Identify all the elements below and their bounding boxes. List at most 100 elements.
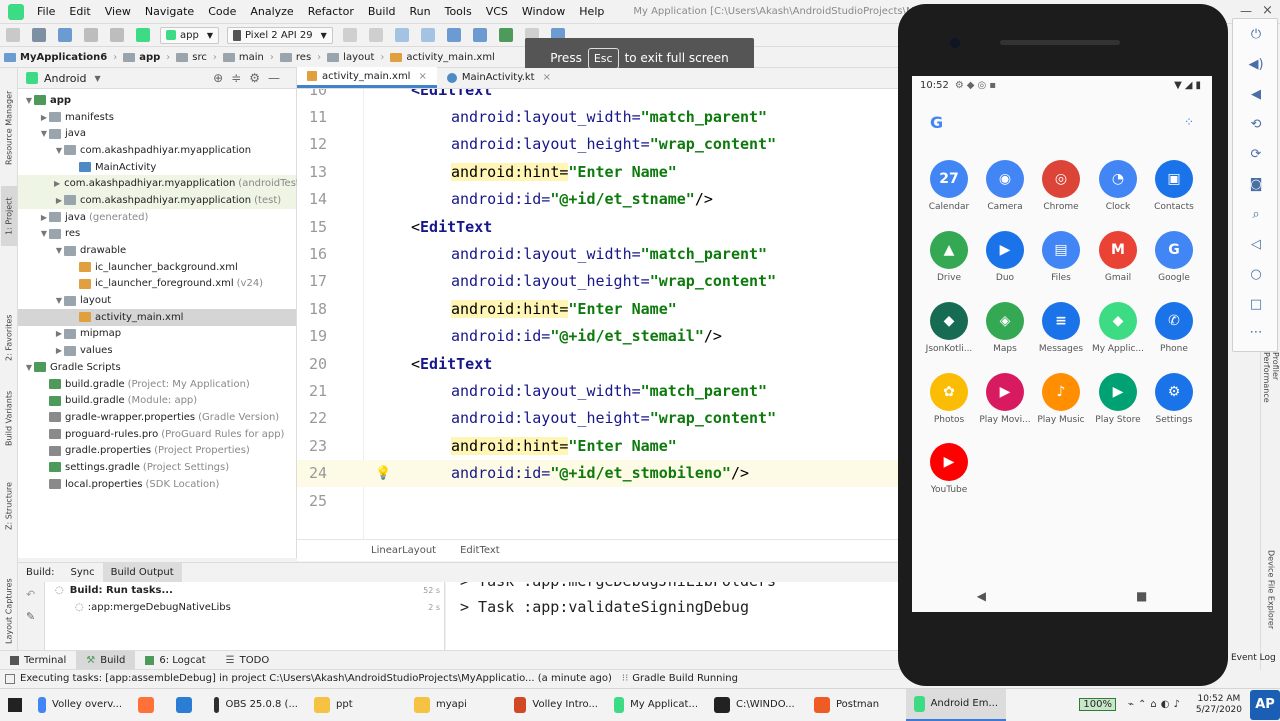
make-project-icon[interactable]: [136, 28, 150, 42]
chevron-down-icon[interactable]: ▼: [54, 246, 64, 255]
taskbar-item[interactable]: Postman: [806, 689, 906, 721]
app-photos[interactable]: ✿ Photos: [921, 373, 977, 425]
rerun-icon[interactable]: ↶: [26, 588, 35, 601]
app-youtube[interactable]: ▶ YouTube: [921, 443, 977, 495]
menu-code[interactable]: Code: [201, 5, 243, 18]
recents-nav-icon[interactable]: ■: [1136, 589, 1147, 603]
tree-item[interactable]: build.gradle (Module: app): [18, 392, 296, 409]
device-select[interactable]: Pixel 2 API 29 ▼: [226, 26, 333, 44]
lightbulb-icon[interactable]: 💡: [375, 466, 391, 481]
taskbar-item[interactable]: OBS 25.0.8 (...: [206, 689, 306, 721]
chevron-down-icon[interactable]: ▼: [95, 74, 101, 83]
overview-icon[interactable]: □: [1247, 297, 1265, 315]
tree-item[interactable]: ▼ res: [18, 226, 296, 243]
taskbar-item[interactable]: C:\WINDO...: [706, 689, 806, 721]
code-line[interactable]: 18 android:hint="Enter Name": [297, 295, 900, 322]
run-config-select[interactable]: app ▼: [160, 26, 219, 44]
structure-tab[interactable]: Z: Structure: [1, 478, 17, 534]
project-view-select[interactable]: Android: [44, 72, 87, 85]
zoom-icon[interactable]: ⌕: [1247, 207, 1265, 225]
code-line[interactable]: 16 android:layout_width="match_parent": [297, 240, 900, 267]
menu-window[interactable]: Window: [515, 5, 572, 18]
tree-item[interactable]: activity_main.xml: [18, 308, 296, 326]
app-camera[interactable]: ◉ Camera: [977, 160, 1033, 212]
event-log-tab[interactable]: Event Log: [1231, 653, 1276, 663]
code-line[interactable]: 24 android:id="@+id/et_stmobileno"/> 💡: [297, 459, 900, 487]
app-settings[interactable]: ⚙ Settings: [1146, 373, 1202, 425]
breadcrumb-item[interactable]: app: [119, 52, 164, 63]
volume-up-icon[interactable]: ◀): [1247, 57, 1265, 75]
code-editor[interactable]: 10 <EditText 11 android:layout_width="match…: [297, 89, 900, 539]
close-icon[interactable]: ×: [543, 72, 551, 83]
battery-indicator[interactable]: 100%: [1071, 689, 1124, 721]
breadcrumb-item[interactable]: MyApplication6: [0, 52, 111, 63]
close-emulator-icon[interactable]: ×: [1262, 3, 1273, 18]
tree-item[interactable]: proguard-rules.pro (ProGuard Rules for ap…: [18, 426, 296, 443]
app-contacts[interactable]: ▣ Contacts: [1146, 160, 1202, 212]
chevron-right-icon[interactable]: ▶: [39, 213, 49, 222]
tab-logcat[interactable]: 6: Logcat: [135, 655, 215, 666]
app-files[interactable]: ▤ Files: [1033, 231, 1089, 283]
gradle-status[interactable]: Gradle Build Running: [632, 673, 738, 684]
taskbar-item[interactable]: myapi: [406, 689, 506, 721]
chevron-right-icon[interactable]: ▶: [39, 113, 49, 122]
code-line[interactable]: 14 android:id="@+id/et_stname"/>: [297, 186, 900, 213]
code-line[interactable]: 21 android:layout_width="match_parent": [297, 377, 900, 404]
app-my-applic[interactable]: ◆ My Applic...: [1090, 302, 1146, 354]
tab-sync[interactable]: Sync: [62, 567, 102, 578]
chevron-right-icon[interactable]: ▶: [54, 329, 64, 338]
apply-changes-icon[interactable]: [394, 28, 409, 42]
debug-icon[interactable]: [446, 28, 461, 42]
tree-item[interactable]: ▼ layout: [18, 292, 296, 309]
panel-actions[interactable]: ⊕≑⚙—: [213, 71, 288, 85]
back-icon[interactable]: [84, 28, 98, 42]
tree-item[interactable]: ▶ java (generated): [18, 209, 296, 226]
profile-icon[interactable]: [472, 28, 487, 42]
app-play-store[interactable]: ▶ Play Store: [1090, 373, 1146, 425]
more-icon[interactable]: ⋯: [1247, 325, 1265, 343]
tree-item[interactable]: local.properties (SDK Location): [18, 476, 296, 493]
resource-manager-tab[interactable]: Resource Manager: [1, 88, 17, 168]
minimize-icon[interactable]: —: [1240, 4, 1252, 18]
app-maps[interactable]: ◈ Maps: [977, 302, 1033, 354]
menu-run[interactable]: Run: [403, 5, 438, 18]
chevron-right-icon[interactable]: ▶: [54, 179, 60, 188]
tree-item[interactable]: ▶ com.akashpadhiyar.myapplication (test): [18, 192, 296, 209]
project-tab[interactable]: 1: Project: [1, 186, 17, 246]
menu-edit[interactable]: Edit: [62, 5, 97, 18]
app-duo[interactable]: ▶ Duo: [977, 231, 1033, 283]
code-line[interactable]: 15 <EditText: [297, 213, 900, 240]
app-play-music[interactable]: ♪ Play Music: [1033, 373, 1089, 425]
tree-item[interactable]: build.gradle (Project: My Application): [18, 376, 296, 393]
menu-help[interactable]: Help: [572, 5, 611, 18]
code-line[interactable]: 19 android:id="@+id/et_stemail"/>: [297, 323, 900, 350]
tab-build-output[interactable]: Build Output: [102, 562, 182, 583]
app-gmail[interactable]: M Gmail: [1090, 231, 1146, 283]
app-chrome[interactable]: ◎ Chrome: [1033, 160, 1089, 212]
tab-terminal[interactable]: Terminal: [0, 655, 76, 666]
volume-down-icon[interactable]: ◀: [1247, 87, 1265, 105]
close-icon[interactable]: ×: [418, 71, 426, 82]
tab-todo[interactable]: ☰ TODO: [216, 655, 280, 666]
tree-item[interactable]: ic_launcher_foreground.xml (v24): [18, 276, 296, 293]
back-nav-icon[interactable]: ◀: [977, 589, 986, 603]
taskbar-item[interactable]: [168, 689, 206, 721]
breadcrumb-item[interactable]: activity_main.xml: [386, 52, 498, 63]
chevron-down-icon[interactable]: ▼: [54, 296, 64, 305]
build-subtask-row[interactable]: ◌ :app:mergeDebugNativeLibs 2 s: [45, 599, 444, 616]
layout-captures-tab[interactable]: Layout Captures: [1, 576, 17, 646]
code-line[interactable]: 10 <EditText: [297, 89, 900, 103]
build-console[interactable]: > Task :app:mergeDebugJniLibFolders > Ta…: [446, 582, 900, 650]
app-calendar[interactable]: 27 Calendar: [921, 160, 977, 212]
back-icon[interactable]: ◁: [1247, 237, 1265, 255]
tree-item[interactable]: ▼ app: [18, 92, 296, 109]
chevron-right-icon[interactable]: ▶: [54, 196, 64, 205]
code-line[interactable]: 20 <EditText: [297, 350, 900, 377]
code-line[interactable]: 13 android:hint="Enter Name": [297, 158, 900, 185]
home-icon[interactable]: ○: [1247, 267, 1265, 285]
tree-item[interactable]: ic_launcher_background.xml: [18, 259, 296, 276]
tree-item[interactable]: ▼ drawable: [18, 242, 296, 259]
tray-icons[interactable]: ⌁⌃⌂◐♪: [1124, 689, 1188, 721]
app-messages[interactable]: ≡ Messages: [1033, 302, 1089, 354]
app-drive[interactable]: ▲ Drive: [921, 231, 977, 283]
